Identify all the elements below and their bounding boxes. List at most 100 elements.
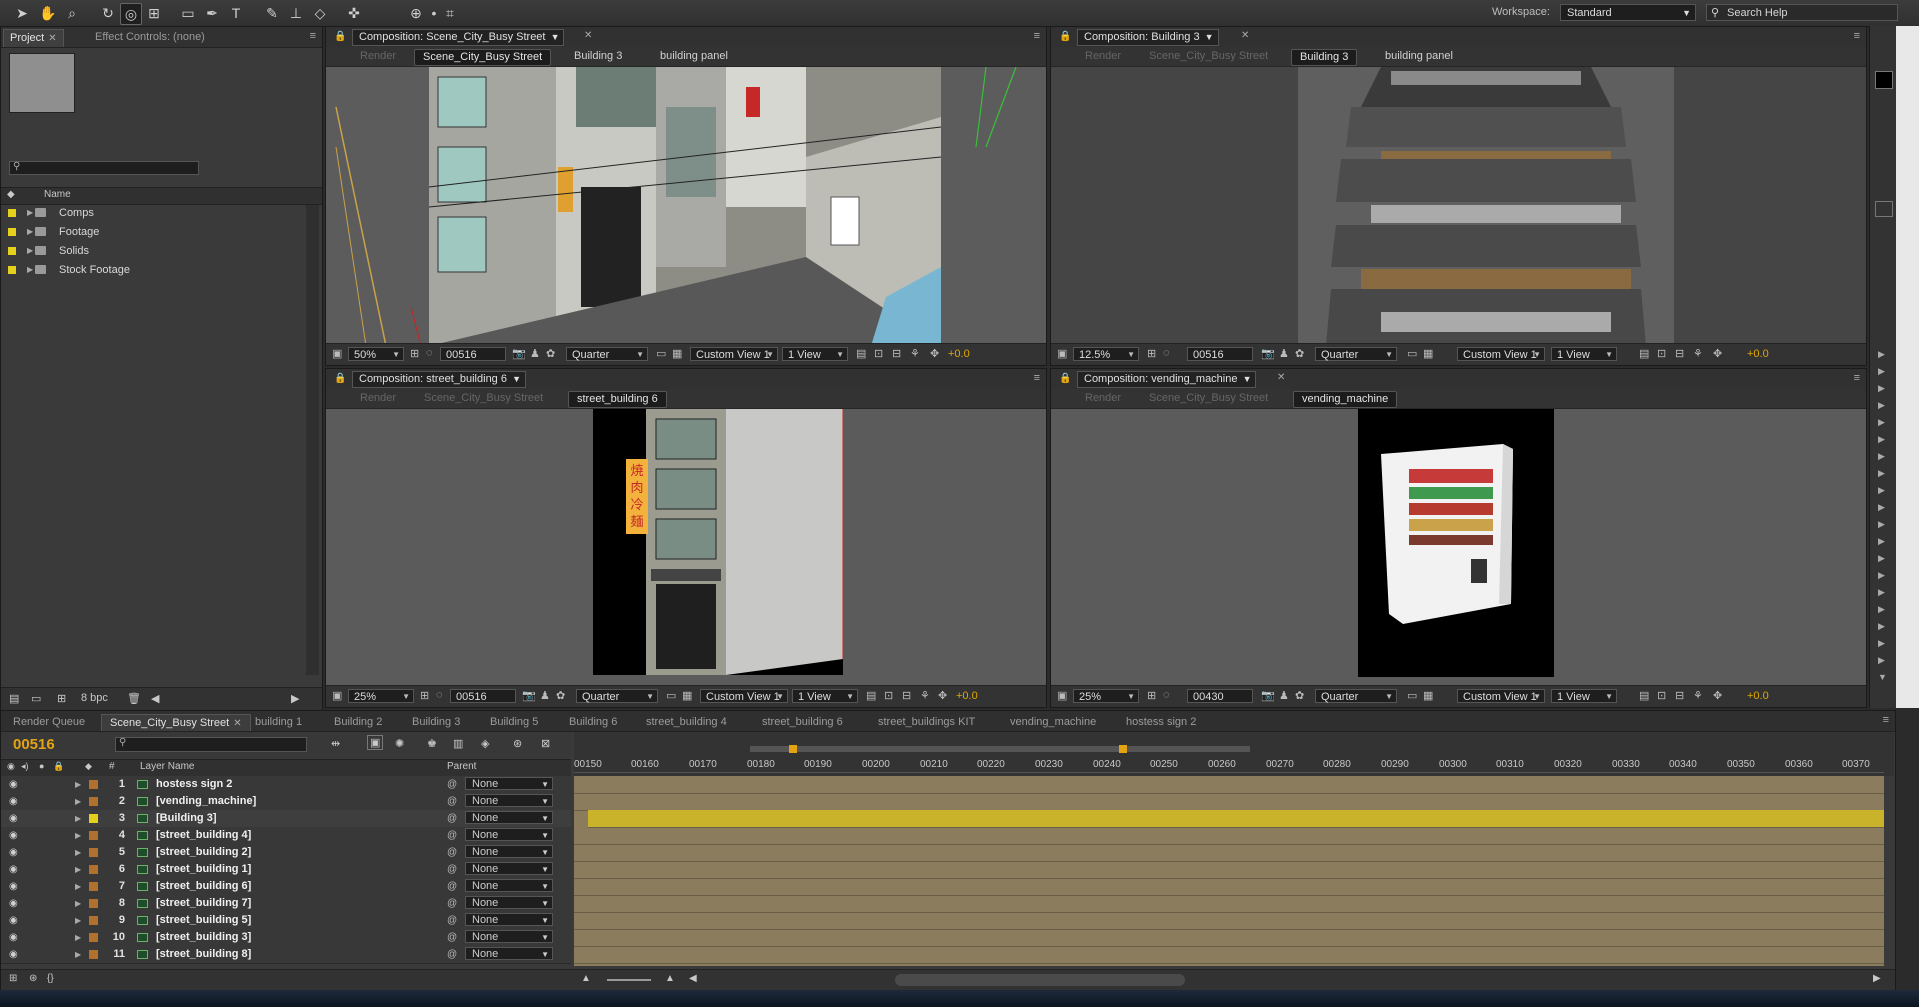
flowchart-icon[interactable]: ⚘ <box>1693 689 1703 702</box>
exposure-value[interactable]: +0.0 <box>948 348 970 360</box>
expand-triangle-icon[interactable]: ▶ <box>27 262 33 278</box>
comp-mini-flowchart-icon[interactable]: ⇹ <box>331 737 340 750</box>
parent-select[interactable]: None ▼ <box>465 913 553 926</box>
expand-triangle-icon[interactable]: ▶ <box>75 844 81 861</box>
layer-name[interactable]: [Building 3] <box>156 810 217 827</box>
eraser-icon[interactable]: ◇ <box>310 3 330 23</box>
layer-name[interactable]: [street_building 6] <box>156 878 251 895</box>
table-row[interactable]: ◉ ▶ 6 [street_building 1] @ None ▼ <box>1 861 571 879</box>
pick-whip-icon[interactable]: @ <box>447 793 457 810</box>
eye-icon[interactable]: ◉ <box>9 776 18 793</box>
snapshot-icon[interactable]: 📷 <box>1261 689 1275 702</box>
fast-previews-icon[interactable]: ⊡ <box>884 689 893 702</box>
close-icon[interactable]: ✕ <box>233 718 241 729</box>
layer-duration-bar[interactable] <box>574 861 1884 879</box>
parent-select[interactable]: None ▼ <box>465 879 553 892</box>
view-select[interactable]: Custom View 1 ▼ <box>1457 347 1545 361</box>
layer-name[interactable]: [street_building 1] <box>156 861 251 878</box>
brainstorm-icon[interactable]: ◈ <box>481 737 489 750</box>
resolution-select[interactable]: Quarter ▼ <box>576 689 658 703</box>
tab-vending-machine[interactable]: vending_machine <box>1002 714 1104 730</box>
layer-duration-bar[interactable] <box>574 844 1884 862</box>
parent-select[interactable]: None ▼ <box>465 828 553 841</box>
eye-icon[interactable]: ◉ <box>9 861 18 878</box>
crumb-scene-city[interactable]: Scene_City_Busy Street <box>414 49 552 66</box>
column-hash[interactable]: # <box>109 761 115 772</box>
tab-street-building-6[interactable]: street_building 6 <box>754 714 851 730</box>
composition-select[interactable]: Composition: Building 3 ▼ <box>1077 29 1219 46</box>
toggle-pixel-aspect-icon[interactable]: ▤ <box>1639 347 1649 360</box>
panel-menu-icon[interactable]: ≡ <box>1854 30 1860 42</box>
viewer-canvas[interactable] <box>1051 409 1866 688</box>
resolution-select[interactable]: Quarter ▼ <box>1315 689 1397 703</box>
tab-scene-city-busy-street[interactable]: Scene_City_Busy Street ✕ <box>101 714 251 731</box>
scroll-right-icon[interactable]: ▶ <box>291 692 299 705</box>
channel-icon[interactable]: ✿ <box>546 347 555 360</box>
layout-select[interactable]: 1 View ▼ <box>1551 347 1617 361</box>
parent-select[interactable]: None ▼ <box>465 930 553 943</box>
eye-icon[interactable]: ◉ <box>9 810 18 827</box>
composition-select[interactable]: Composition: Scene_City_Busy Street ▼ <box>352 29 565 46</box>
fast-previews-icon[interactable]: ⊡ <box>1657 689 1666 702</box>
timeline-icon[interactable]: ⊟ <box>1675 689 1684 702</box>
layer-name[interactable]: [street_building 4] <box>156 827 251 844</box>
region-of-interest-icon[interactable]: ▭ <box>1407 347 1417 360</box>
close-icon[interactable]: ✕ <box>1277 372 1285 383</box>
brush-icon[interactable]: ✎ <box>262 3 282 23</box>
label-swatch[interactable] <box>89 831 98 840</box>
always-preview-icon[interactable]: ▣ <box>1057 347 1067 360</box>
pen-icon[interactable]: ✒ <box>202 3 222 23</box>
zoom-in-icon[interactable]: ▲ <box>665 973 675 984</box>
work-area-start-handle[interactable] <box>789 745 797 753</box>
crumb-render[interactable]: Render <box>1077 49 1129 64</box>
list-item[interactable]: ▶ Comps <box>1 205 306 221</box>
always-preview-icon[interactable]: ▣ <box>332 347 342 360</box>
label-swatch[interactable] <box>89 882 98 891</box>
table-row[interactable]: ◉ ▶ 7 [street_building 6] @ None ▼ <box>1 878 571 896</box>
layout-select[interactable]: 1 View ▼ <box>1551 689 1617 703</box>
viewer-canvas[interactable] <box>1051 67 1866 346</box>
always-preview-icon[interactable]: ▣ <box>1057 689 1067 702</box>
table-row[interactable]: ◉ ▶ 8 [street_building 7] @ None ▼ <box>1 895 571 913</box>
tab-render-queue[interactable]: Render Queue <box>5 714 93 730</box>
crumb-street-building-6[interactable]: street_building 6 <box>568 391 667 408</box>
layout-select[interactable]: 1 View ▼ <box>782 347 848 361</box>
channel-icon[interactable]: ✿ <box>1295 689 1304 702</box>
rectangle-icon[interactable]: ▭ <box>178 3 198 23</box>
label-swatch[interactable] <box>89 916 98 925</box>
bpc-label[interactable]: 8 bpc <box>81 692 108 704</box>
layer-bars-area[interactable] <box>574 776 1884 966</box>
flowchart-icon[interactable]: ⚘ <box>910 347 920 360</box>
timeline-icon[interactable]: ⊟ <box>1675 347 1684 360</box>
crumb-scene-city[interactable]: Scene_City_Busy Street <box>416 391 551 406</box>
timeline-icon[interactable]: ⊟ <box>902 689 911 702</box>
region-of-interest-icon[interactable]: ▭ <box>666 689 676 702</box>
region-of-interest-icon[interactable]: ▭ <box>1407 689 1417 702</box>
composition-select[interactable]: Composition: street_building 6 ▼ <box>352 371 526 388</box>
column-parent[interactable]: Parent <box>447 761 476 772</box>
tab-street-buildings-kit[interactable]: street_buildings KIT <box>870 714 983 730</box>
scroll-right-icon[interactable]: ▶ <box>1873 973 1881 984</box>
close-icon[interactable]: ✕ <box>584 30 592 41</box>
pick-whip-icon[interactable]: @ <box>447 776 457 793</box>
crumb-vending-machine[interactable]: vending_machine <box>1293 391 1398 408</box>
toggle-pixel-aspect-icon[interactable]: ▤ <box>1639 689 1649 702</box>
layer-name[interactable]: [street_building 3] <box>156 929 251 946</box>
parent-select[interactable]: None ▼ <box>465 896 553 909</box>
layer-duration-bar[interactable] <box>574 793 1884 811</box>
label-swatch[interactable] <box>89 797 98 806</box>
tab-hostess-sign-2[interactable]: hostess sign 2 <box>1118 714 1204 730</box>
zoom-select[interactable]: 12.5% ▼ <box>1073 347 1139 361</box>
label-swatch[interactable] <box>89 865 98 874</box>
tab-building-3[interactable]: Building 3 <box>404 714 468 730</box>
table-row[interactable]: ◉ ▶ 2 [vending_machine] @ None ▼ <box>1 793 571 811</box>
axis-view-icon[interactable]: ⌗ <box>440 3 460 23</box>
eye-icon[interactable]: ◉ <box>9 793 18 810</box>
graph-editor-icon[interactable]: ⊠ <box>541 737 550 750</box>
label-swatch[interactable] <box>89 933 98 942</box>
exposure-value[interactable]: +0.0 <box>1747 348 1769 360</box>
lock-icon[interactable]: 🔒 <box>53 761 64 772</box>
label-swatch[interactable] <box>89 950 98 959</box>
table-row[interactable]: ◉ ▶ 9 [street_building 5] @ None ▼ <box>1 912 571 930</box>
expand-triangle-icon[interactable]: ▶ <box>75 861 81 878</box>
